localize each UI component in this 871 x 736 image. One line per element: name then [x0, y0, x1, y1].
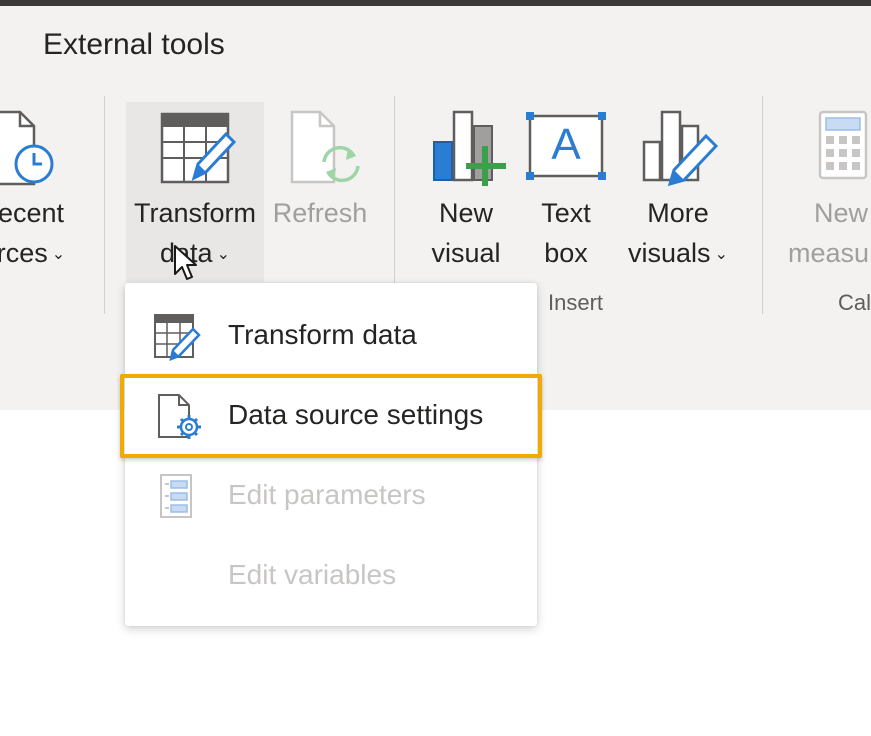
new-visual-label-2: visual	[431, 238, 501, 268]
new-measure-label-1: New	[814, 198, 869, 228]
edit-parameters-icon	[159, 473, 195, 526]
highlight-box	[120, 374, 542, 458]
calculator-icon	[818, 110, 870, 187]
group-label-insert: Insert	[548, 290, 604, 315]
menu-item-transform-data-label: Transform data	[228, 319, 417, 350]
new-visual-icon	[430, 108, 510, 193]
menu-item-transform-data[interactable]: Transform data	[125, 295, 537, 375]
menu-item-edit-variables-label: Edit variables	[228, 559, 397, 590]
transform-data-icon	[153, 313, 203, 366]
chevron-down-icon: ⌄	[51, 245, 66, 263]
new-measure-label-2: measu	[788, 238, 870, 268]
ribbon-tab-title[interactable]: External tools	[43, 28, 225, 62]
recent-sources-label-2-text: rces	[0, 238, 48, 268]
text-box-glyph: A	[551, 120, 581, 169]
recent-sources-label-2: rces ⌄	[0, 233, 76, 275]
transform-data-label-1: Transform	[133, 198, 256, 228]
refresh-label: Refresh	[272, 198, 368, 228]
more-visuals-label-2-text: visuals	[628, 238, 711, 268]
recent-sources-label-1: ecent	[0, 198, 65, 228]
chevron-down-icon: ⌄	[714, 245, 728, 263]
group-separator	[762, 96, 763, 314]
group-separator	[394, 96, 395, 314]
mouse-cursor-icon	[173, 244, 199, 287]
more-visuals-icon	[640, 108, 724, 193]
recent-sources-button[interactable]: ecent rces ⌄	[0, 100, 80, 290]
more-visuals-label-2: visuals ⌄	[614, 233, 742, 275]
group-separator	[104, 96, 105, 314]
text-box-label-2: box	[544, 238, 588, 268]
menu-item-edit-parameters-label: Edit parameters	[228, 479, 426, 510]
menu-item-edit-variables[interactable]: Edit variables	[125, 535, 537, 615]
text-box-button[interactable]: A Text box	[520, 102, 612, 282]
refresh-icon	[288, 110, 368, 195]
new-visual-button[interactable]: New visual	[420, 102, 512, 282]
more-visuals-label-1: More	[647, 198, 709, 228]
recent-sources-icon	[0, 108, 60, 193]
refresh-button[interactable]: Refresh	[266, 102, 374, 282]
new-visual-label-1: New	[438, 198, 493, 228]
chevron-down-icon: ⌄	[216, 245, 230, 263]
transform-data-icon	[158, 108, 238, 193]
more-visuals-button[interactable]: More visuals ⌄	[614, 102, 742, 282]
new-measure-button[interactable]: New measu	[780, 102, 871, 282]
text-box-label-1: Text	[541, 198, 591, 228]
menu-item-edit-parameters[interactable]: Edit parameters	[125, 455, 537, 535]
group-label-calculations: Cal	[838, 290, 871, 315]
